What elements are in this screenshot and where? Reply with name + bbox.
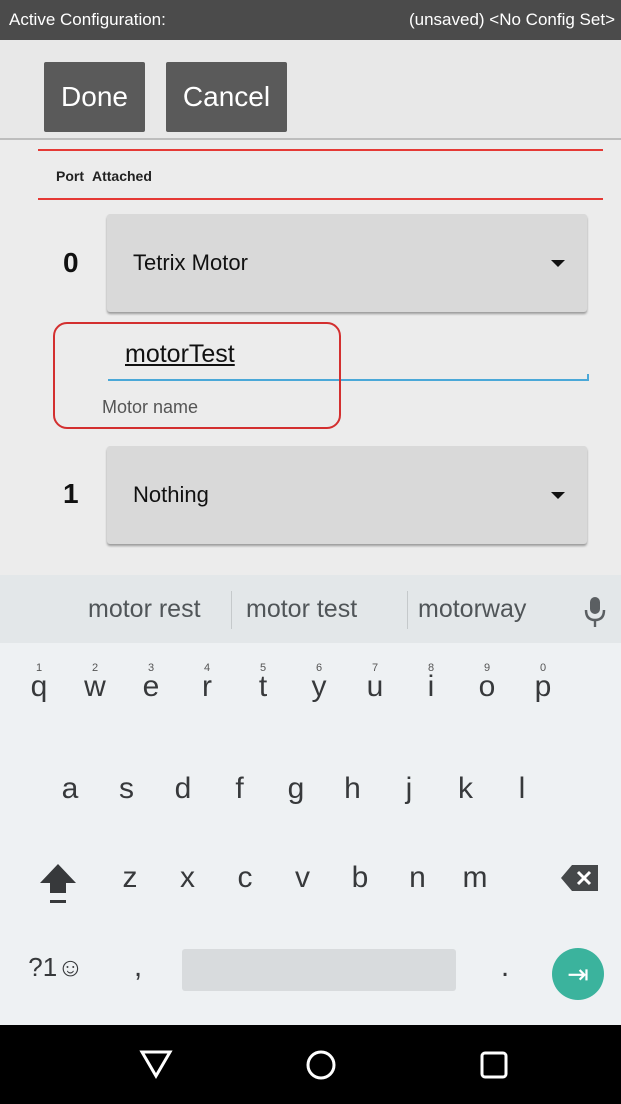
motor-name-underline-end [587, 374, 589, 381]
active-config-label: Active Configuration: [9, 10, 166, 29]
port-1-device-label: Nothing [133, 482, 209, 507]
key-hint: 9 [484, 662, 491, 674]
key-z[interactable]: z [110, 861, 150, 895]
key-h[interactable]: h [333, 772, 373, 806]
key-q[interactable]: q [19, 670, 59, 704]
key-y[interactable]: y [299, 670, 339, 704]
key-b[interactable]: b [340, 861, 380, 895]
microphone-icon[interactable] [582, 595, 608, 629]
port-0-device-label: Tetrix Motor [133, 250, 248, 275]
key-l[interactable]: l [502, 772, 542, 806]
port-1-device-dropdown[interactable]: Nothing [107, 446, 587, 544]
port-number-1: 1 [63, 478, 79, 509]
key-j[interactable]: j [389, 772, 429, 806]
tab-next-icon: ⇥ [567, 958, 589, 989]
suggestion-item[interactable]: motor test [246, 595, 357, 624]
home-icon[interactable] [305, 1049, 337, 1081]
navigation-bar [0, 1025, 621, 1104]
key-d[interactable]: d [163, 772, 203, 806]
key-f[interactable]: f [220, 772, 260, 806]
key-c[interactable]: c [225, 861, 265, 895]
key-hint: 2 [92, 662, 99, 674]
key-m[interactable]: m [455, 861, 495, 895]
key-k[interactable]: k [446, 772, 486, 806]
key-hint: 6 [316, 662, 323, 674]
space-bar[interactable] [182, 949, 456, 991]
key-hint: 4 [204, 662, 211, 674]
period-key[interactable]: . [485, 950, 525, 984]
symbols-key[interactable]: ?1☺ [22, 952, 90, 983]
key-g[interactable]: g [276, 772, 316, 806]
backspace-key-icon[interactable] [560, 864, 600, 892]
key-hint: 7 [372, 662, 379, 674]
key-hint: 5 [260, 662, 267, 674]
port-column-header: Port [56, 168, 84, 184]
key-t[interactable]: t [243, 670, 283, 704]
recent-apps-icon[interactable] [479, 1050, 509, 1080]
key-o[interactable]: o [467, 670, 507, 704]
suggestion-item[interactable]: motorway [418, 595, 526, 624]
suggestion-divider [231, 591, 232, 629]
attached-column-header: Attached [92, 168, 152, 184]
key-v[interactable]: v [283, 861, 323, 895]
key-x[interactable]: x [168, 861, 208, 895]
table-header: Port Attached [56, 168, 160, 184]
suggestion-item[interactable]: motor rest [88, 595, 201, 624]
suggestion-divider [407, 591, 408, 629]
shift-key-icon[interactable] [36, 860, 80, 910]
suggestion-bar: motor rest motor test motorway [0, 575, 621, 643]
key-n[interactable]: n [398, 861, 438, 895]
key-hint: 8 [428, 662, 435, 674]
config-status: (unsaved) <No Config Set> [408, 10, 615, 29]
header-top-divider [38, 149, 603, 151]
port-number-0: 0 [63, 247, 79, 278]
port-0-device-dropdown[interactable]: Tetrix Motor [107, 214, 587, 312]
done-button[interactable]: Done [44, 62, 145, 132]
key-a[interactable]: a [50, 772, 90, 806]
enter-key[interactable]: ⇥ [552, 948, 604, 1000]
key-p[interactable]: p [523, 670, 563, 704]
key-e[interactable]: e [131, 670, 171, 704]
key-s[interactable]: s [107, 772, 147, 806]
key-u[interactable]: u [355, 670, 395, 704]
comma-key[interactable]: , [118, 950, 158, 984]
cancel-button[interactable]: Cancel [166, 62, 287, 132]
key-w[interactable]: w [75, 670, 115, 704]
key-hint: 0 [540, 662, 547, 674]
header-bottom-divider [38, 198, 603, 200]
back-icon[interactable] [139, 1049, 173, 1079]
key-r[interactable]: r [187, 670, 227, 704]
dropdown-caret-icon [551, 492, 565, 499]
highlight-annotation-box [53, 322, 341, 429]
key-hint: 1 [36, 662, 43, 674]
dropdown-caret-icon [551, 260, 565, 267]
action-bar: Done Cancel [0, 40, 621, 140]
key-i[interactable]: i [411, 670, 451, 704]
key-hint: 3 [148, 662, 155, 674]
active-config-bar: Active Configuration: (unsaved) <No Conf… [0, 0, 621, 40]
